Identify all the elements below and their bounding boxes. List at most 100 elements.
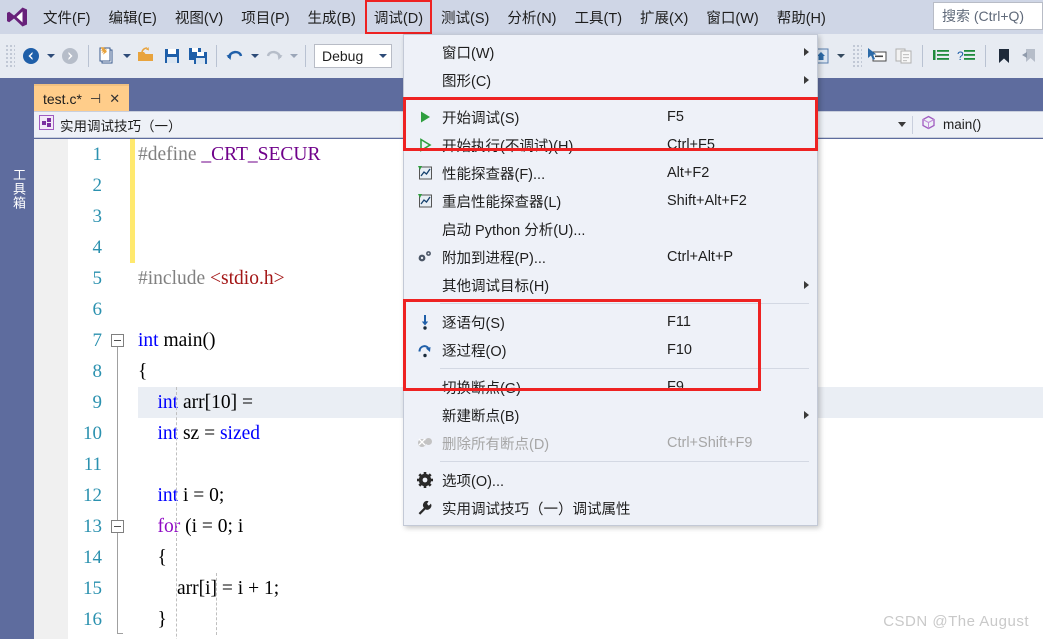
- debug-menu-item-label: 图形(C): [442, 73, 492, 90]
- debug-menu-item-label: 窗口(W): [442, 45, 495, 62]
- pointer-window-icon[interactable]: [865, 42, 891, 70]
- save-all-icon[interactable]: [185, 42, 211, 70]
- debug-menu-item-7[interactable]: 附加到进程(P)... Ctrl+Alt+P: [404, 243, 817, 271]
- home-dropdown[interactable]: [834, 42, 847, 70]
- navigate-back-icon[interactable]: [18, 42, 44, 70]
- visual-studio-window: 文件(F) 编辑(E) 视图(V) 项目(P) 生成(B) 调试(D) 测试(S) 分析(N)…: [0, 0, 1043, 639]
- menu-separator: [440, 461, 809, 462]
- menu-item-10[interactable]: 窗口(W): [697, 0, 767, 34]
- toolbar-separator: [985, 45, 986, 67]
- menu-item-5[interactable]: 调试(D): [364, 0, 433, 34]
- menu-item-label: 工具(T): [574, 10, 623, 27]
- open-file-icon[interactable]: [133, 42, 159, 70]
- navbar-member-select[interactable]: main(): [913, 115, 1043, 135]
- undo-icon[interactable]: [222, 42, 248, 70]
- menu-item-11[interactable]: 帮助(H): [768, 0, 835, 34]
- undo-dropdown[interactable]: [248, 42, 261, 70]
- toolbar-grip[interactable]: [852, 44, 862, 68]
- debug-menu-item-2[interactable]: 开始调试(S) F5: [404, 103, 817, 131]
- project-icon: [39, 114, 54, 135]
- toolbar-grip[interactable]: [5, 44, 15, 68]
- debug-menu-item-8[interactable]: 其他调试目标(H): [404, 271, 817, 299]
- fold-marker-main[interactable]: [111, 334, 124, 347]
- menu-item-label: 窗口(W): [706, 10, 759, 27]
- toolbox-label: 工具箱: [11, 168, 26, 210]
- menu-bar: 文件(F) 编辑(E) 视图(V) 项目(P) 生成(B) 调试(D) 测试(S) 分析(N)…: [0, 0, 1043, 34]
- glyph-margin[interactable]: [34, 139, 68, 639]
- toolbox-strip[interactable]: 工具箱: [0, 78, 28, 639]
- fold-column[interactable]: [108, 139, 130, 639]
- debug-menu-item-label: 附加到进程(P)...: [442, 250, 546, 267]
- debug-menu-item-11[interactable]: 切换断点(G) F9: [404, 373, 817, 401]
- close-icon[interactable]: ✕: [109, 91, 120, 107]
- debug-menu-dropdown[interactable]: 窗口(W) 图形(C) 开始调试(S) F5 开始执行(不调试)(H) Ctrl+F5 性能…: [403, 34, 818, 526]
- menu-item-4[interactable]: 生成(B): [299, 0, 365, 34]
- code-line[interactable]: arr[i] = i + 1;: [138, 573, 1043, 604]
- search-input[interactable]: 搜索 (Ctrl+Q): [933, 2, 1043, 30]
- debug-menu-item-label: 逐过程(O): [442, 343, 507, 360]
- debug-menu-item-3[interactable]: 开始执行(不调试)(H) Ctrl+F5: [404, 131, 817, 159]
- menu-items-container: 文件(F) 编辑(E) 视图(V) 项目(P) 生成(B) 调试(D) 测试(S) 分析(N)…: [34, 0, 835, 34]
- debug-menu-item-1[interactable]: 图形(C): [404, 66, 817, 94]
- line-number: 8: [92, 361, 103, 382]
- menu-item-0[interactable]: 文件(F): [34, 0, 100, 34]
- debug-menu-item-15[interactable]: 实用调试技巧（一）调试属性: [404, 494, 817, 522]
- debug-menu-item-5[interactable]: 重启性能探查器(L) Shift+Alt+F2: [404, 187, 817, 215]
- debug-menu-item-label: 启动 Python 分析(U)...: [442, 222, 586, 239]
- play-solid-icon: [408, 109, 442, 125]
- document-tab-test-c[interactable]: test.c* ⊣ ✕: [34, 84, 130, 111]
- menu-item-7[interactable]: 分析(N): [498, 0, 565, 34]
- menu-item-8[interactable]: 工具(T): [566, 0, 632, 34]
- indent-guide: [176, 387, 177, 639]
- play-outline-icon: [408, 137, 442, 153]
- new-project-icon[interactable]: [94, 42, 120, 70]
- menu-item-label: 分析(N): [507, 10, 557, 27]
- pin-icon[interactable]: ⊣: [90, 91, 101, 107]
- debug-menu-item-label: 切换断点(G): [442, 380, 521, 397]
- solution-configuration-select[interactable]: Debug: [314, 44, 392, 68]
- line-number: 15: [83, 578, 102, 599]
- new-project-dropdown[interactable]: [120, 42, 133, 70]
- debug-menu-item-0[interactable]: 窗口(W): [404, 38, 817, 66]
- menu-item-6[interactable]: 测试(S): [432, 0, 498, 34]
- debug-menu-item-shortcut: Ctrl+Alt+P: [667, 249, 734, 265]
- line-number: 5: [92, 268, 103, 289]
- performance-icon: [408, 165, 442, 181]
- navigate-forward-icon: [57, 42, 83, 70]
- debug-menu-item-9[interactable]: 逐语句(S) F11: [404, 308, 817, 336]
- submenu-arrow-icon: [795, 281, 817, 289]
- navbar-scope-text: 实用调试技巧（一）: [60, 118, 182, 134]
- code-line[interactable]: [138, 635, 1043, 639]
- debug-menu-item-shortcut: Ctrl+Shift+F9: [667, 435, 753, 451]
- line-number: 12: [83, 485, 102, 506]
- line-number: 13: [83, 516, 102, 537]
- toolbar-separator: [216, 45, 217, 67]
- submenu-arrow-icon: [795, 48, 817, 56]
- debug-menu-item-10[interactable]: 逐过程(O) F10: [404, 336, 817, 364]
- redo-dropdown[interactable]: [287, 42, 300, 70]
- code-line[interactable]: {: [138, 542, 1043, 573]
- navbar-scope-dropdown-icon[interactable]: [892, 122, 912, 127]
- line-number: 1: [92, 144, 103, 165]
- attach-process-icon: [408, 249, 442, 265]
- debug-menu-item-14[interactable]: 选项(O)...: [404, 466, 817, 494]
- step-into-icon: [408, 314, 442, 330]
- navigate-back-dropdown[interactable]: [44, 42, 57, 70]
- debug-menu-item-6[interactable]: 启动 Python 分析(U)...: [404, 215, 817, 243]
- menu-item-1[interactable]: 编辑(E): [100, 0, 166, 34]
- comment-icon[interactable]: ?: [954, 42, 980, 70]
- indent-icon[interactable]: [928, 42, 954, 70]
- menu-item-3[interactable]: 项目(P): [232, 0, 298, 34]
- menu-item-9[interactable]: 扩展(X): [631, 0, 697, 34]
- save-icon[interactable]: [159, 42, 185, 70]
- debug-menu-item-shortcut: Ctrl+F5: [667, 137, 715, 153]
- menu-item-2[interactable]: 视图(V): [166, 0, 232, 34]
- line-number-gutter: 1234567891011121314151617: [68, 139, 108, 639]
- debug-menu-item-12[interactable]: 新建断点(B): [404, 401, 817, 429]
- bookmark-icon[interactable]: [991, 42, 1017, 70]
- redo-icon: [261, 42, 287, 70]
- fold-marker-for[interactable]: [111, 520, 124, 533]
- line-number: 6: [92, 299, 103, 320]
- debug-menu-item-4[interactable]: 性能探查器(F)... Alt+F2: [404, 159, 817, 187]
- debug-menu-item-label: 性能探查器(F)...: [442, 166, 546, 183]
